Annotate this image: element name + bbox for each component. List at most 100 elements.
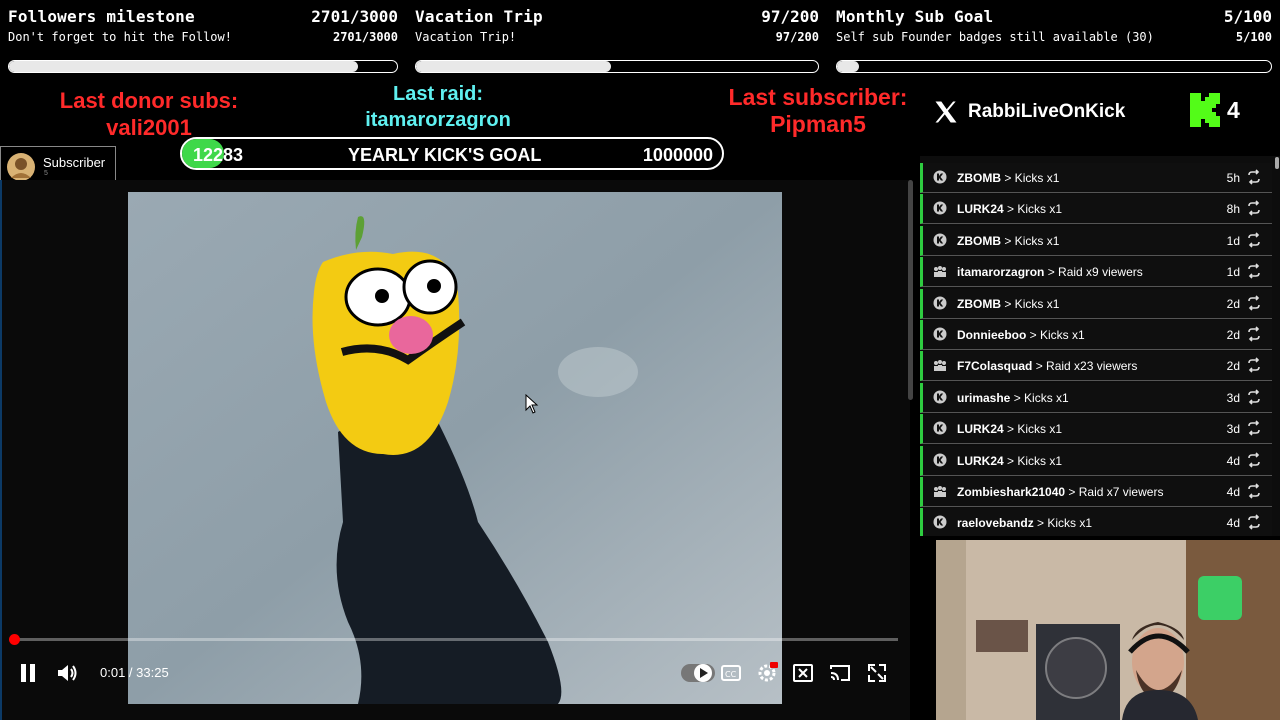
goal-count-small: 97/200 — [775, 30, 819, 44]
kick-icon — [933, 170, 947, 184]
x-social: RabbiLiveOnKick — [932, 96, 1172, 128]
seek-handle[interactable] — [9, 634, 20, 645]
replay-icon[interactable] — [1246, 389, 1262, 405]
goal-progress-fill — [9, 61, 359, 72]
event-row: ZBOMB > Kicks x1 1d — [920, 225, 1272, 256]
goal-count-small: 5/100 — [1235, 30, 1272, 44]
social-handle: RabbiLiveOnKick — [968, 101, 1126, 122]
last-donor: Last donor subs: vali2001 — [40, 87, 258, 141]
subscriber-count: 5 — [44, 170, 48, 177]
kick-count: 4 — [1227, 97, 1240, 123]
replay-icon[interactable] — [1246, 169, 1262, 185]
goal-vacation: Vacation Trip 97/200 Vacation Trip! 97/2… — [415, 0, 819, 84]
event-action: > Kicks x1 — [1004, 171, 1060, 185]
miniplayer-icon[interactable] — [793, 664, 813, 682]
replay-icon[interactable] — [1246, 232, 1262, 248]
last-donor-label: Last donor subs: — [59, 88, 239, 113]
play-icon — [700, 668, 708, 678]
cast-icon[interactable] — [830, 664, 850, 682]
kick-icon — [933, 390, 947, 404]
event-user: urimashe > Kicks x1 — [957, 390, 1069, 405]
kick-goal-target: 1000000 — [642, 145, 713, 165]
goal-progress-fill — [837, 61, 859, 72]
x-logo-icon — [935, 101, 957, 123]
kick-icon — [933, 453, 947, 467]
event-row: LURK24 > Kicks x1 3d — [920, 414, 1272, 445]
replay-icon[interactable] — [1246, 514, 1262, 530]
event-action: > Raid x23 viewers — [1035, 359, 1138, 374]
event-time: 3d — [1226, 422, 1240, 437]
event-time: 8h — [1226, 202, 1240, 217]
kick-icon — [933, 515, 947, 529]
event-time: 4d — [1226, 453, 1240, 468]
volume-icon[interactable] — [57, 663, 79, 683]
feed-scrollbar[interactable] — [1275, 157, 1279, 169]
autoplay-toggle[interactable] — [681, 664, 715, 682]
kick-counter: 4 — [1190, 93, 1270, 127]
last-raid-name: itamarorzagron — [365, 109, 511, 131]
kick-logo-icon — [1190, 93, 1220, 127]
replay-icon[interactable] — [1246, 483, 1262, 499]
event-action: > Raid x9 viewers — [1047, 265, 1143, 280]
event-action: > Kicks x1 — [1004, 233, 1060, 248]
fullscreen-icon[interactable] — [868, 664, 886, 682]
mouse-cursor-icon — [525, 394, 539, 414]
video-player[interactable]: 0:01 / 33:25 CC — [0, 180, 913, 720]
kick-icon — [933, 233, 947, 247]
video-scrollbar[interactable] — [908, 180, 913, 400]
event-time: 4d — [1226, 516, 1240, 531]
goal-followers: Followers milestone 2701/3000 Don't forg… — [8, 0, 398, 84]
seek-bar[interactable] — [9, 634, 898, 645]
event-user: LURK24 > Kicks x1 — [957, 202, 1063, 217]
event-user: LURK24 > Kicks x1 — [957, 422, 1063, 437]
goal-progress-bar — [415, 60, 819, 73]
kick-icon — [933, 201, 947, 215]
replay-icon[interactable] — [1246, 200, 1262, 216]
replay-icon[interactable] — [1246, 452, 1262, 468]
event-row: raelovebandz > Kicks x1 4d — [920, 508, 1272, 536]
event-user: raelovebandz > Kicks x1 — [957, 516, 1093, 531]
event-action: > Kicks x1 — [1004, 296, 1060, 311]
event-row: LURK24 > Kicks x1 4d — [920, 445, 1272, 476]
event-time: 2d — [1226, 359, 1240, 374]
last-subscriber: Last subscriber: Pipman5 — [706, 84, 930, 138]
event-row: ZBOMB > Kicks x1 5h — [920, 163, 1272, 193]
goal-title: Followers milestone — [8, 7, 195, 26]
event-row: urimashe > Kicks x1 3d — [920, 382, 1272, 413]
replay-icon[interactable] — [1246, 420, 1262, 436]
event-time: 1d — [1226, 233, 1240, 248]
event-time: 4d — [1226, 485, 1240, 499]
goal-title: Monthly Sub Goal — [836, 7, 994, 26]
event-user: ZBOMB > Kicks x1 — [957, 296, 1060, 311]
event-row: LURK24 > Kicks x1 8h — [920, 194, 1272, 225]
goal-count: 5/100 — [1223, 7, 1272, 26]
replay-icon[interactable] — [1246, 295, 1262, 311]
goal-subtitle: Self sub Founder badges still available … — [836, 30, 1154, 44]
last-raid: Last raid: itamarorzagron — [338, 81, 538, 133]
goal-count: 97/200 — [761, 7, 819, 26]
event-time: 3d — [1226, 390, 1240, 405]
event-user: F7Colasquad > Raid x23 viewers — [957, 359, 1138, 374]
replay-icon[interactable] — [1246, 263, 1262, 279]
goal-title: Vacation Trip — [415, 7, 543, 26]
kick-icon — [933, 296, 947, 310]
last-subscriber-label: Last subscriber: — [728, 84, 908, 110]
event-row: ZBOMB > Kicks x1 2d — [920, 288, 1272, 319]
svg-text:CC: CC — [725, 670, 737, 679]
avatar — [7, 153, 35, 181]
settings-icon[interactable] — [756, 662, 778, 684]
event-action: > Kicks x1 — [1007, 453, 1063, 468]
event-user: ZBOMB > Kicks x1 — [957, 171, 1060, 185]
event-user: Donnieeboo > Kicks x1 — [957, 328, 1085, 342]
pause-icon[interactable] — [20, 664, 36, 682]
raid-icon — [934, 486, 946, 497]
kick-icon — [933, 327, 947, 341]
captions-icon[interactable]: CC — [721, 665, 741, 681]
left-edge-line — [0, 180, 2, 720]
event-action: > Kicks x1 — [1013, 390, 1069, 405]
replay-icon[interactable] — [1246, 357, 1262, 373]
goal-count-small: 2701/3000 — [332, 30, 398, 44]
event-row: F7Colasquad > Raid x23 viewers 2d — [920, 351, 1272, 382]
subscriber-label: Subscriber — [43, 155, 106, 170]
replay-icon[interactable] — [1246, 326, 1262, 342]
